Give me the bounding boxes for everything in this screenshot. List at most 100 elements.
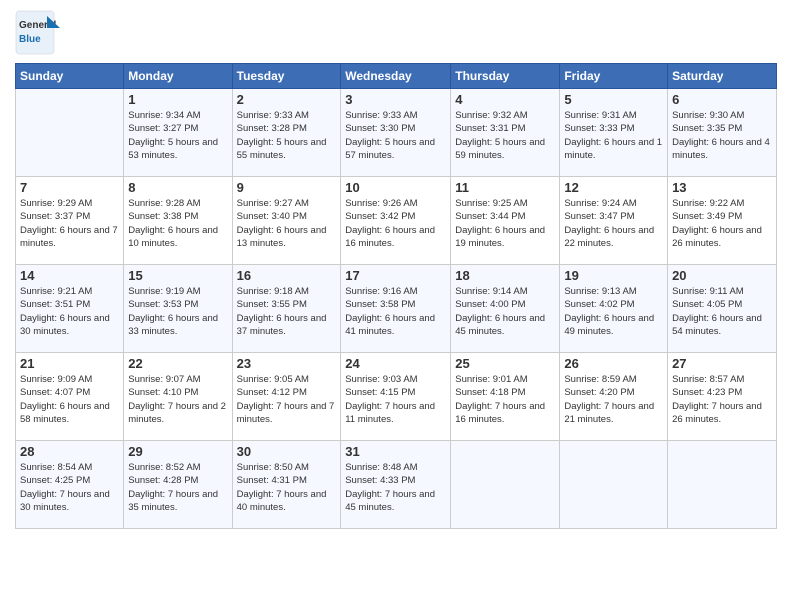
day-info: Sunrise: 9:33 AMSunset: 3:28 PMDaylight:… xyxy=(237,109,337,162)
calendar-cell: 28Sunrise: 8:54 AMSunset: 4:25 PMDayligh… xyxy=(16,441,124,529)
day-number: 8 xyxy=(128,180,227,195)
weekday-header-sunday: Sunday xyxy=(16,64,124,89)
day-number: 22 xyxy=(128,356,227,371)
calendar-cell: 1 Sunrise: 9:34 AMSunset: 3:27 PMDaylight… xyxy=(124,89,232,177)
calendar-cell: 15Sunrise: 9:19 AMSunset: 3:53 PMDayligh… xyxy=(124,265,232,353)
day-number: 10 xyxy=(345,180,446,195)
day-number: 5 xyxy=(564,92,663,107)
calendar-cell: 16 Sunrise: 9:18 AMSunset: 3:55 PMDayligh… xyxy=(232,265,341,353)
day-info: Sunrise: 9:11 AMSunset: 4:05 PMDaylight:… xyxy=(672,285,772,338)
header: General Blue xyxy=(15,10,777,55)
calendar-cell: 25 Sunrise: 9:01 AMSunset: 4:18 PMDayligh… xyxy=(451,353,560,441)
day-number: 20 xyxy=(672,268,772,283)
calendar-cell: 27Sunrise: 8:57 AMSunset: 4:23 PMDayligh… xyxy=(668,353,777,441)
svg-text:Blue: Blue xyxy=(19,34,41,45)
weekday-header-row: SundayMondayTuesdayWednesdayThursdayFrid… xyxy=(16,64,777,89)
calendar-cell: 17 Sunrise: 9:16 AMSunset: 3:58 PMDayligh… xyxy=(341,265,451,353)
day-info: Sunrise: 9:01 AMSunset: 4:18 PMDaylight:… xyxy=(455,373,555,426)
day-number: 2 xyxy=(237,92,337,107)
day-info: Sunrise: 9:24 AMSunset: 3:47 PMDaylight:… xyxy=(564,197,663,250)
week-row-2: 7 Sunrise: 9:29 AMSunset: 3:37 PMDaylight… xyxy=(16,177,777,265)
day-number: 30 xyxy=(237,444,337,459)
calendar-cell: 2 Sunrise: 9:33 AMSunset: 3:28 PMDaylight… xyxy=(232,89,341,177)
calendar-cell: 21 Sunrise: 9:09 AMSunset: 4:07 PMDayligh… xyxy=(16,353,124,441)
day-number: 15 xyxy=(128,268,227,283)
calendar-cell: 31 Sunrise: 8:48 AMSunset: 4:33 PMDayligh… xyxy=(341,441,451,529)
day-info: Sunrise: 9:25 AMSunset: 3:44 PMDaylight:… xyxy=(455,197,555,250)
day-info: Sunrise: 9:29 AMSunset: 3:37 PMDaylight:… xyxy=(20,197,119,250)
weekday-header-wednesday: Wednesday xyxy=(341,64,451,89)
weekday-header-monday: Monday xyxy=(124,64,232,89)
day-number: 16 xyxy=(237,268,337,283)
day-info: Sunrise: 9:34 AMSunset: 3:27 PMDaylight:… xyxy=(128,109,227,162)
day-number: 3 xyxy=(345,92,446,107)
day-info: Sunrise: 9:30 AMSunset: 3:35 PMDaylight:… xyxy=(672,109,772,162)
logo: General Blue xyxy=(15,10,65,55)
day-number: 27 xyxy=(672,356,772,371)
day-number: 28 xyxy=(20,444,119,459)
day-number: 29 xyxy=(128,444,227,459)
calendar-cell: 22 Sunrise: 9:07 AMSunset: 4:10 PMDayligh… xyxy=(124,353,232,441)
calendar-cell: 18Sunrise: 9:14 AMSunset: 4:00 PMDayligh… xyxy=(451,265,560,353)
day-number: 21 xyxy=(20,356,119,371)
page: General Blue SundayMondayTuesdayWednesda… xyxy=(0,0,792,612)
day-info: Sunrise: 9:28 AMSunset: 3:38 PMDaylight:… xyxy=(128,197,227,250)
weekday-header-thursday: Thursday xyxy=(451,64,560,89)
day-info: Sunrise: 9:22 AMSunset: 3:49 PMDaylight:… xyxy=(672,197,772,250)
calendar-cell: 8 Sunrise: 9:28 AMSunset: 3:38 PMDaylight… xyxy=(124,177,232,265)
day-number: 31 xyxy=(345,444,446,459)
calendar-cell xyxy=(16,89,124,177)
day-number: 12 xyxy=(564,180,663,195)
day-info: Sunrise: 9:16 AMSunset: 3:58 PMDaylight:… xyxy=(345,285,446,338)
calendar-cell: 19 Sunrise: 9:13 AMSunset: 4:02 PMDayligh… xyxy=(560,265,668,353)
day-info: Sunrise: 9:09 AMSunset: 4:07 PMDaylight:… xyxy=(20,373,119,426)
calendar-cell: 13Sunrise: 9:22 AMSunset: 3:49 PMDayligh… xyxy=(668,177,777,265)
calendar-cell: 29 Sunrise: 8:52 AMSunset: 4:28 PMDayligh… xyxy=(124,441,232,529)
calendar-cell: 23 Sunrise: 9:05 AMSunset: 4:12 PMDayligh… xyxy=(232,353,341,441)
day-info: Sunrise: 9:03 AMSunset: 4:15 PMDaylight:… xyxy=(345,373,446,426)
weekday-header-tuesday: Tuesday xyxy=(232,64,341,89)
week-row-1: 1 Sunrise: 9:34 AMSunset: 3:27 PMDaylight… xyxy=(16,89,777,177)
day-number: 7 xyxy=(20,180,119,195)
day-number: 4 xyxy=(455,92,555,107)
calendar-cell xyxy=(668,441,777,529)
calendar-cell: 3 Sunrise: 9:33 AMSunset: 3:30 PMDaylight… xyxy=(341,89,451,177)
day-info: Sunrise: 9:13 AMSunset: 4:02 PMDaylight:… xyxy=(564,285,663,338)
calendar-cell: 24 Sunrise: 9:03 AMSunset: 4:15 PMDayligh… xyxy=(341,353,451,441)
day-info: Sunrise: 9:33 AMSunset: 3:30 PMDaylight:… xyxy=(345,109,446,162)
calendar-cell: 30Sunrise: 8:50 AMSunset: 4:31 PMDayligh… xyxy=(232,441,341,529)
day-number: 25 xyxy=(455,356,555,371)
week-row-3: 14Sunrise: 9:21 AMSunset: 3:51 PMDayligh… xyxy=(16,265,777,353)
day-info: Sunrise: 9:21 AMSunset: 3:51 PMDaylight:… xyxy=(20,285,119,338)
day-number: 17 xyxy=(345,268,446,283)
day-number: 24 xyxy=(345,356,446,371)
day-info: Sunrise: 9:05 AMSunset: 4:12 PMDaylight:… xyxy=(237,373,337,426)
calendar-cell: 20 Sunrise: 9:11 AMSunset: 4:05 PMDayligh… xyxy=(668,265,777,353)
day-info: Sunrise: 8:59 AMSunset: 4:20 PMDaylight:… xyxy=(564,373,663,426)
calendar-cell: 12 Sunrise: 9:24 AMSunset: 3:47 PMDayligh… xyxy=(560,177,668,265)
day-info: Sunrise: 9:27 AMSunset: 3:40 PMDaylight:… xyxy=(237,197,337,250)
logo-svg: General Blue xyxy=(15,10,65,55)
day-info: Sunrise: 9:14 AMSunset: 4:00 PMDaylight:… xyxy=(455,285,555,338)
day-info: Sunrise: 8:48 AMSunset: 4:33 PMDaylight:… xyxy=(345,461,446,514)
calendar-cell: 26 Sunrise: 8:59 AMSunset: 4:20 PMDayligh… xyxy=(560,353,668,441)
calendar-cell: 9 Sunrise: 9:27 AMSunset: 3:40 PMDaylight… xyxy=(232,177,341,265)
day-number: 26 xyxy=(564,356,663,371)
day-info: Sunrise: 9:26 AMSunset: 3:42 PMDaylight:… xyxy=(345,197,446,250)
calendar-cell: 10 Sunrise: 9:26 AMSunset: 3:42 PMDayligh… xyxy=(341,177,451,265)
calendar-cell: 7 Sunrise: 9:29 AMSunset: 3:37 PMDaylight… xyxy=(16,177,124,265)
day-info: Sunrise: 8:52 AMSunset: 4:28 PMDaylight:… xyxy=(128,461,227,514)
calendar-cell: 5 Sunrise: 9:31 AMSunset: 3:33 PMDaylight… xyxy=(560,89,668,177)
day-number: 1 xyxy=(128,92,227,107)
weekday-header-friday: Friday xyxy=(560,64,668,89)
day-number: 6 xyxy=(672,92,772,107)
calendar-cell: 6 Sunrise: 9:30 AMSunset: 3:35 PMDaylight… xyxy=(668,89,777,177)
day-number: 23 xyxy=(237,356,337,371)
day-number: 9 xyxy=(237,180,337,195)
day-info: Sunrise: 9:31 AMSunset: 3:33 PMDaylight:… xyxy=(564,109,663,162)
day-number: 19 xyxy=(564,268,663,283)
week-row-5: 28Sunrise: 8:54 AMSunset: 4:25 PMDayligh… xyxy=(16,441,777,529)
calendar-cell xyxy=(560,441,668,529)
day-info: Sunrise: 9:07 AMSunset: 4:10 PMDaylight:… xyxy=(128,373,227,426)
day-info: Sunrise: 9:18 AMSunset: 3:55 PMDaylight:… xyxy=(237,285,337,338)
